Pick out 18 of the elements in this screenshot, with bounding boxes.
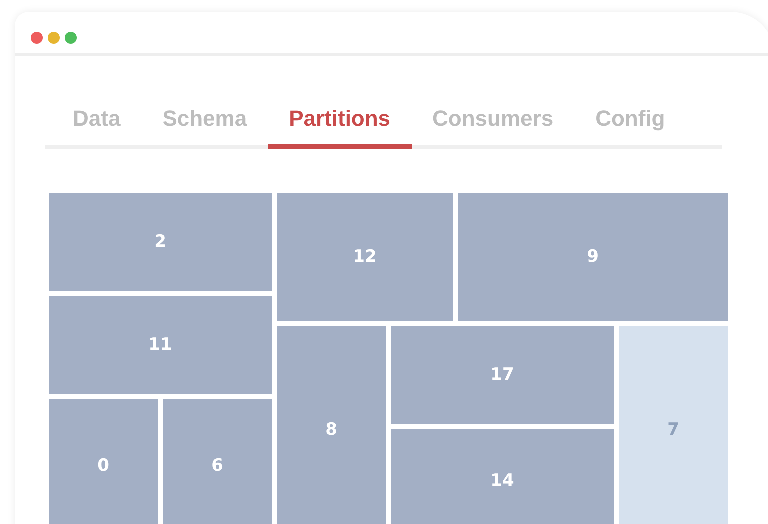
partition-tile[interactable]: 6	[163, 399, 272, 524]
partition-tile[interactable]: 14	[391, 429, 614, 524]
partition-tile[interactable]: 7	[619, 326, 728, 524]
maximize-dot-icon[interactable]	[65, 32, 77, 44]
tab[interactable]: Data	[45, 98, 142, 149]
partition-tile[interactable]: 8	[277, 326, 386, 524]
partition-tile[interactable]: 12	[277, 193, 453, 321]
partition-tile[interactable]: 17	[391, 326, 614, 424]
close-dot-icon[interactable]	[31, 32, 43, 44]
tab[interactable]: Schema	[142, 98, 268, 149]
partition-tile[interactable]: 9	[458, 193, 728, 321]
tab[interactable]: Partitions	[268, 98, 412, 149]
partition-tile[interactable]: 2	[49, 193, 272, 291]
tab[interactable]: Config	[574, 98, 686, 149]
partition-tile[interactable]: 0	[49, 399, 158, 524]
partition-tile[interactable]: 11	[49, 296, 272, 394]
tab[interactable]: Consumers	[412, 98, 575, 149]
minimize-dot-icon[interactable]	[48, 32, 60, 44]
